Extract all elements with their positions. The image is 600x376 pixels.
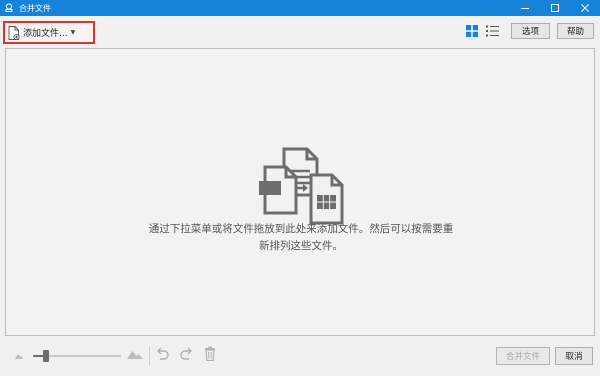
- toolbar: 添加文件... ▼: [0, 16, 600, 48]
- small-mountain-icon: [15, 354, 23, 359]
- grid-view-icon[interactable]: [466, 25, 478, 37]
- merge-files-button[interactable]: 合并文件: [496, 347, 550, 365]
- list-view-icon[interactable]: [486, 25, 499, 37]
- thumbnail-size-slider[interactable]: [33, 350, 121, 362]
- maximize-icon: [551, 4, 559, 12]
- close-button[interactable]: [570, 0, 600, 16]
- add-files-button[interactable]: 添加文件... ▼: [3, 21, 95, 44]
- bottom-bar: 合并文件 取消: [0, 338, 600, 376]
- minimize-button[interactable]: [510, 0, 540, 16]
- stamp-icon: [5, 3, 13, 12]
- maximize-button[interactable]: [540, 0, 570, 16]
- window-controls: [510, 0, 600, 16]
- chevron-down-icon: ▼: [70, 29, 76, 36]
- redo-icon[interactable]: [180, 347, 194, 361]
- toolbar-divider: [149, 346, 150, 366]
- large-mountain-icon: [127, 351, 143, 359]
- help-button[interactable]: 帮助: [557, 23, 594, 39]
- add-document-icon: [8, 25, 20, 40]
- cancel-button[interactable]: 取消: [555, 347, 593, 365]
- file-drop-area[interactable]: 通过下拉菜单或将文件拖放到此处来添加文件。然后可以按需要重新排列这些文件。: [5, 48, 595, 336]
- minimize-icon: [521, 8, 529, 9]
- title-bar: 合并文件: [0, 0, 600, 16]
- drop-hint-text: 通过下拉菜单或将文件拖放到此处来添加文件。然后可以按需要重新排列这些文件。: [148, 223, 454, 252]
- window-title: 合并文件: [19, 3, 51, 13]
- slider-handle[interactable]: [42, 350, 49, 362]
- undo-icon[interactable]: [155, 347, 169, 361]
- trash-icon[interactable]: [204, 346, 216, 361]
- add-files-label: 添加文件...: [23, 29, 68, 39]
- close-icon: [581, 4, 589, 12]
- options-button[interactable]: 选项: [511, 23, 550, 39]
